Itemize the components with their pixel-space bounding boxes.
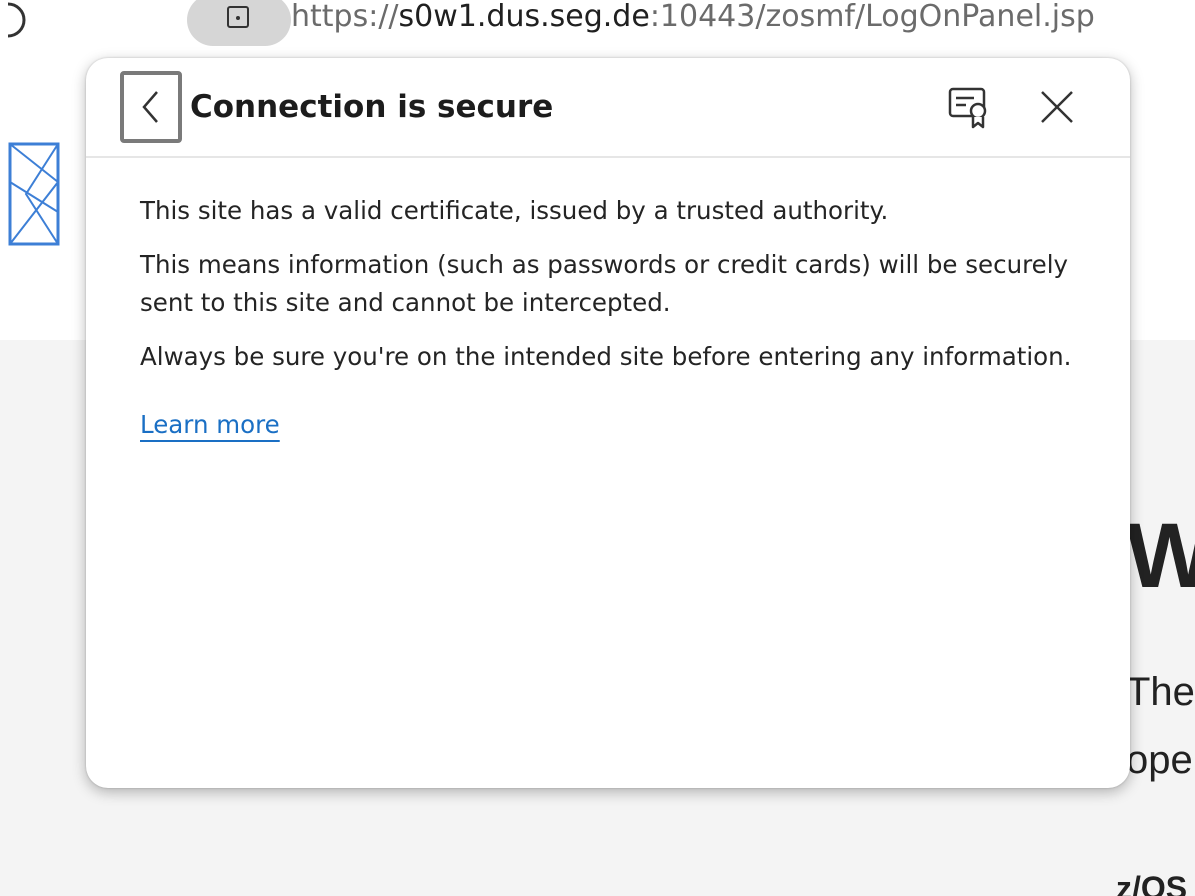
url-scheme: https:// <box>291 0 399 34</box>
url-text[interactable]: https://s0w1.dus.seg.de:10443/zosmf/LogO… <box>291 0 1095 42</box>
browser-window: W The ope z/OS https://s0w1.dus.seg.de:1… <box>0 0 1195 896</box>
url-path: :10443/zosmf/LogOnPanel.jsp <box>649 0 1095 34</box>
close-icon[interactable] <box>1034 84 1080 130</box>
address-bar: https://s0w1.dus.seg.de:10443/zosmf/LogO… <box>86 0 1195 52</box>
flyout-header: Connection is secure <box>86 58 1130 158</box>
url-host: s0w1.dus.seg.de <box>398 0 650 34</box>
back-button[interactable] <box>120 71 182 143</box>
encryption-info-text: This means information (such as password… <box>140 250 1069 317</box>
site-info-button[interactable] <box>187 0 291 46</box>
site-caution-text: Always be sure you're on the intended si… <box>140 342 1072 371</box>
page-text-fragment: The <box>1126 670 1195 714</box>
site-info-icon <box>227 6 249 28</box>
site-logo-icon <box>8 142 60 246</box>
page-text-fragment: z/OS <box>1116 870 1188 896</box>
connection-security-flyout: Connection is secure This site has a val… <box>86 58 1130 788</box>
certificate-valid-text: This site has a valid certificate, issue… <box>140 196 889 225</box>
flyout-body: This site has a valid certificate, issue… <box>140 192 1090 444</box>
reload-icon[interactable] <box>0 0 34 40</box>
learn-more-link[interactable]: Learn more <box>140 406 280 444</box>
certificate-icon[interactable] <box>944 84 994 130</box>
page-text-fragment: ope <box>1126 738 1193 782</box>
page-heading-fragment: W <box>1126 505 1195 607</box>
flyout-title: Connection is secure <box>190 89 554 125</box>
chevron-left-icon <box>142 91 158 123</box>
